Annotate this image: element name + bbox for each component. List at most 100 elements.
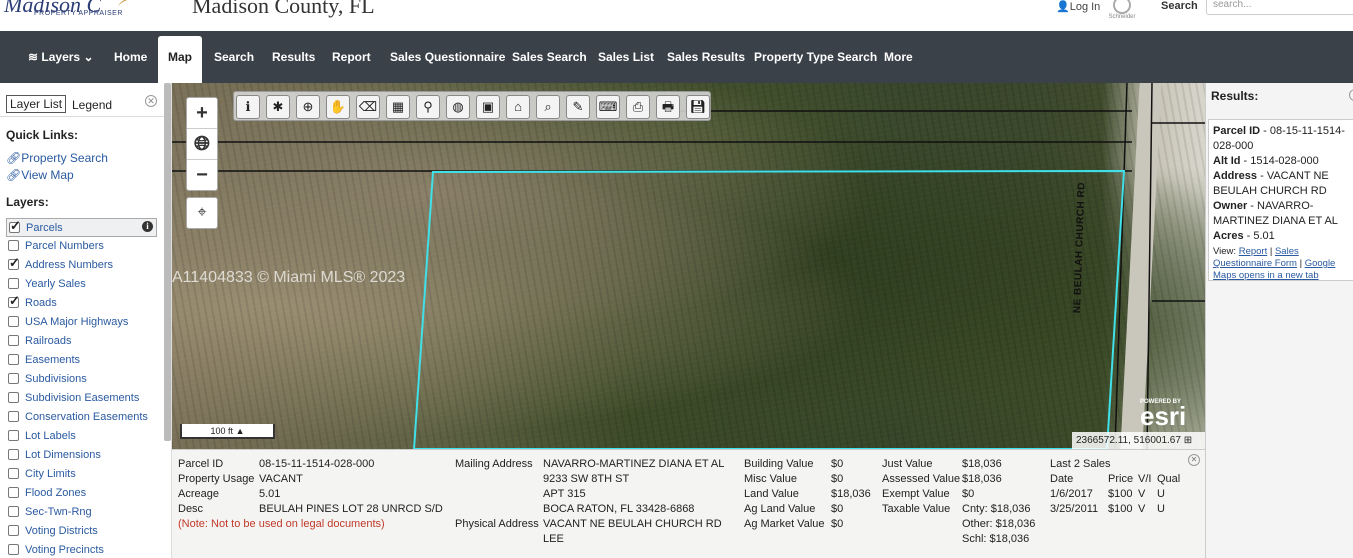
identify-icon[interactable]: ✱: [266, 95, 290, 119]
layer-item[interactable]: Conservation Easements: [6, 408, 157, 427]
layer-checkbox[interactable]: [8, 240, 19, 251]
layer-item[interactable]: Lot Labels: [6, 427, 157, 446]
layer-item[interactable]: City Limits: [6, 465, 157, 484]
print-layout-icon[interactable]: ⌨: [596, 95, 620, 119]
layer-checkbox[interactable]: [8, 278, 19, 289]
view-map-link[interactable]: 🔗︎View Map: [6, 168, 74, 182]
layer-checkbox[interactable]: [8, 411, 19, 422]
layer-checkbox[interactable]: [8, 487, 19, 498]
sidebar-scrollbar[interactable]: [164, 83, 171, 441]
layer-checkbox[interactable]: [8, 525, 19, 536]
layer-checkbox[interactable]: [8, 544, 19, 555]
results-title: Results:: [1211, 89, 1259, 103]
street-view-icon[interactable]: ⚲: [416, 95, 440, 119]
globe-icon[interactable]: 🌐︎: [187, 129, 217, 160]
layer-checkbox[interactable]: [8, 316, 19, 327]
layer-item[interactable]: Easements: [6, 351, 157, 370]
nav-more[interactable]: More: [884, 31, 913, 83]
layer-item[interactable]: Yearly Sales: [6, 275, 157, 294]
close-icon[interactable]: ✕: [145, 95, 157, 107]
layer-item[interactable]: USA Major Highways: [6, 313, 157, 332]
layer-item[interactable]: Railroads: [6, 332, 157, 351]
search-map-icon[interactable]: ⌕: [536, 95, 560, 119]
photo-icon[interactable]: ▣: [476, 95, 500, 119]
schneider-logo[interactable]: Schneider: [1104, 0, 1140, 20]
draw-pencil-icon[interactable]: ✎: [566, 95, 590, 119]
result-view-links: View: Report | Sales Questionnaire Form …: [1213, 246, 1336, 281]
report-link[interactable]: Report: [1239, 246, 1268, 257]
layer-item[interactable]: Address Numbers: [6, 255, 157, 275]
layer-checkbox[interactable]: [8, 354, 19, 365]
close-icon[interactable]: ✕: [1188, 454, 1200, 466]
nav-search[interactable]: Search: [214, 31, 254, 83]
assessed-value: $18,036: [962, 473, 1002, 485]
expand-icon[interactable]: ⊞: [1184, 435, 1192, 446]
login-link[interactable]: 👤Log In: [1056, 0, 1100, 13]
nav-report[interactable]: Report: [332, 31, 371, 83]
login-label: Log In: [1069, 1, 1101, 13]
logo[interactable]: Madison C PROPERTY APPRAISER: [0, 0, 190, 30]
esri-wordmark: esri: [1140, 401, 1187, 431]
tab-layer-list[interactable]: Layer List: [6, 95, 67, 113]
layer-checkbox[interactable]: [8, 392, 19, 403]
parcel-line: [1114, 83, 1128, 449]
layer-item[interactable]: Lot Dimensions: [6, 446, 157, 465]
print-icon[interactable]: 🖶︎: [656, 95, 680, 119]
pan-hand-icon[interactable]: ✋: [326, 95, 350, 119]
map-view[interactable]: NE BEULAH CHURCH RD A11404833 © Miami ML…: [172, 83, 1205, 449]
result-card[interactable]: Parcel ID - 08-15-11-1514-028-000 Alt Id…: [1208, 119, 1353, 281]
info-icon[interactable]: ℹ: [236, 95, 260, 119]
layer-checkbox[interactable]: [8, 468, 19, 479]
nav-home[interactable]: Home: [114, 31, 147, 83]
nav-sales-list[interactable]: Sales List: [598, 31, 654, 83]
layer-checkbox[interactable]: [9, 218, 21, 234]
taxable-value-label: Taxable Value: [882, 503, 951, 515]
layer-item[interactable]: Flood Zones: [6, 484, 157, 503]
layer-item[interactable]: Parcel Numbers: [6, 237, 157, 256]
sales-header-qual: Qual: [1157, 473, 1181, 485]
locate-button[interactable]: ⌖: [186, 197, 218, 229]
search-label: Search: [1161, 0, 1198, 12]
save-icon[interactable]: 💾︎: [686, 95, 710, 119]
nav-map[interactable]: Map: [158, 36, 202, 83]
layer-item[interactable]: Voting Districts: [6, 522, 157, 541]
printer-icon[interactable]: ⎙: [626, 95, 650, 119]
layer-label: Yearly Sales: [25, 278, 86, 290]
results-panel: Results: Parcel ID - 08-15-11-1514-028-0…: [1205, 83, 1353, 558]
layer-checkbox[interactable]: [8, 506, 19, 517]
eraser-icon[interactable]: ⌫: [356, 95, 380, 119]
layer-checkbox[interactable]: [8, 373, 19, 384]
layer-item[interactable]: Parcels i: [6, 218, 157, 237]
nav-sales-results[interactable]: Sales Results: [667, 31, 745, 83]
nav-layers[interactable]: ≋ Layers ⌄: [28, 31, 94, 83]
layer-item[interactable]: Voting Precincts: [6, 541, 157, 558]
layer-info-icon[interactable]: i: [142, 221, 153, 232]
nav-sales-questionnaire[interactable]: Sales Questionnaire: [390, 31, 505, 83]
search-input[interactable]: search...: [1206, 0, 1353, 15]
result-owner: Owner - NAVARRO-MARTINEZ DIANA ET AL: [1213, 200, 1338, 227]
layer-item[interactable]: Subdivision Easements: [6, 389, 157, 408]
nav-results[interactable]: Results: [272, 31, 315, 83]
buffer-icon[interactable]: ⌂: [506, 95, 530, 119]
zoom-out-button[interactable]: −: [187, 160, 217, 191]
layer-checkbox[interactable]: [8, 335, 19, 346]
tab-legend[interactable]: Legend: [72, 98, 112, 112]
layer-checkbox[interactable]: [8, 449, 19, 460]
layer-item[interactable]: Subdivisions: [6, 370, 157, 389]
layer-checkbox[interactable]: [8, 293, 20, 309]
last-sales-label: Last 2 Sales: [1050, 458, 1111, 470]
zoom-area-icon[interactable]: ⊕: [296, 95, 320, 119]
nav-property-type-search[interactable]: Property Type Search: [754, 31, 877, 83]
property-search-link[interactable]: 🔗︎Property Search: [6, 151, 108, 165]
close-icon[interactable]: [1349, 89, 1353, 101]
layer-item[interactable]: Sec-Twn-Rng: [6, 503, 157, 522]
layer-item[interactable]: Roads: [6, 293, 157, 313]
layer-checkbox[interactable]: [8, 430, 19, 441]
nav-sales-search[interactable]: Sales Search: [512, 31, 587, 83]
layer-label: Parcel Numbers: [25, 240, 104, 252]
zoom-in-button[interactable]: +: [187, 98, 217, 129]
select-box-icon[interactable]: ▦: [386, 95, 410, 119]
layer-checkbox[interactable]: [8, 255, 20, 271]
basemap-globe-icon[interactable]: ◍: [446, 95, 470, 119]
schneider-ring-icon: [1113, 0, 1131, 14]
